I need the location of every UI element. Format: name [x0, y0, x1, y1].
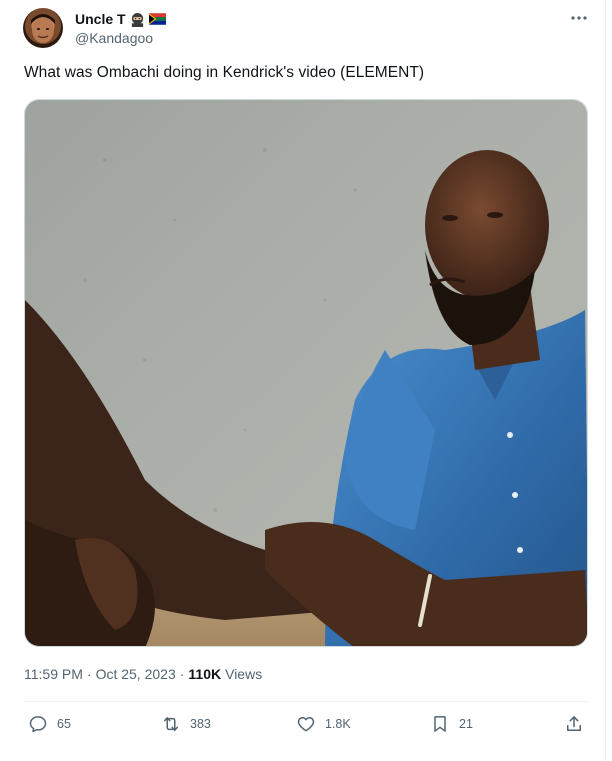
bookmark-count: 21: [459, 717, 473, 731]
retweet-count: 383: [190, 717, 211, 731]
tweet-meta: 11:59 PM · Oct 25, 2023 · 110K Views: [24, 666, 262, 682]
divider: [24, 701, 588, 702]
share-button[interactable]: [564, 712, 584, 736]
views-count: 110K: [188, 666, 222, 682]
retweet-button[interactable]: 383: [161, 712, 211, 736]
action-bar: 65 383 1.8K 21: [24, 712, 588, 736]
author-name-row[interactable]: Uncle T: [75, 10, 166, 28]
display-name[interactable]: Uncle T: [75, 11, 126, 27]
bookmark-icon: [434, 716, 446, 732]
tweet-time[interactable]: 11:59 PM: [24, 666, 83, 682]
ninja-icon: [131, 12, 143, 27]
bookmark-button[interactable]: 21: [430, 712, 473, 736]
views-label: Views: [225, 666, 263, 682]
tweet-date[interactable]: Oct 25, 2023: [96, 666, 176, 682]
reply-count: 65: [57, 717, 71, 731]
reply-icon: [29, 716, 47, 733]
like-count: 1.8K: [325, 717, 351, 731]
retweet-icon: [164, 717, 178, 731]
share-icon: [567, 716, 581, 731]
tweet-text: What was Ombachi doing in Kendrick's vid…: [24, 64, 425, 81]
tweet-media-image[interactable]: [24, 99, 588, 647]
author-handle[interactable]: @Kandagoo: [75, 30, 153, 46]
heart-icon: [297, 717, 315, 732]
south-africa-flag-icon: [148, 13, 166, 25]
avatar-face: [31, 14, 55, 43]
more-options-button[interactable]: [569, 8, 589, 28]
reply-button[interactable]: 65: [28, 712, 71, 736]
avatar[interactable]: [23, 8, 63, 48]
meta-separator: ·: [86, 666, 92, 682]
like-button[interactable]: 1.8K: [296, 712, 351, 736]
more-horizontal-icon: [571, 16, 587, 20]
video-still: [25, 100, 587, 646]
meta-separator: ·: [179, 666, 185, 682]
